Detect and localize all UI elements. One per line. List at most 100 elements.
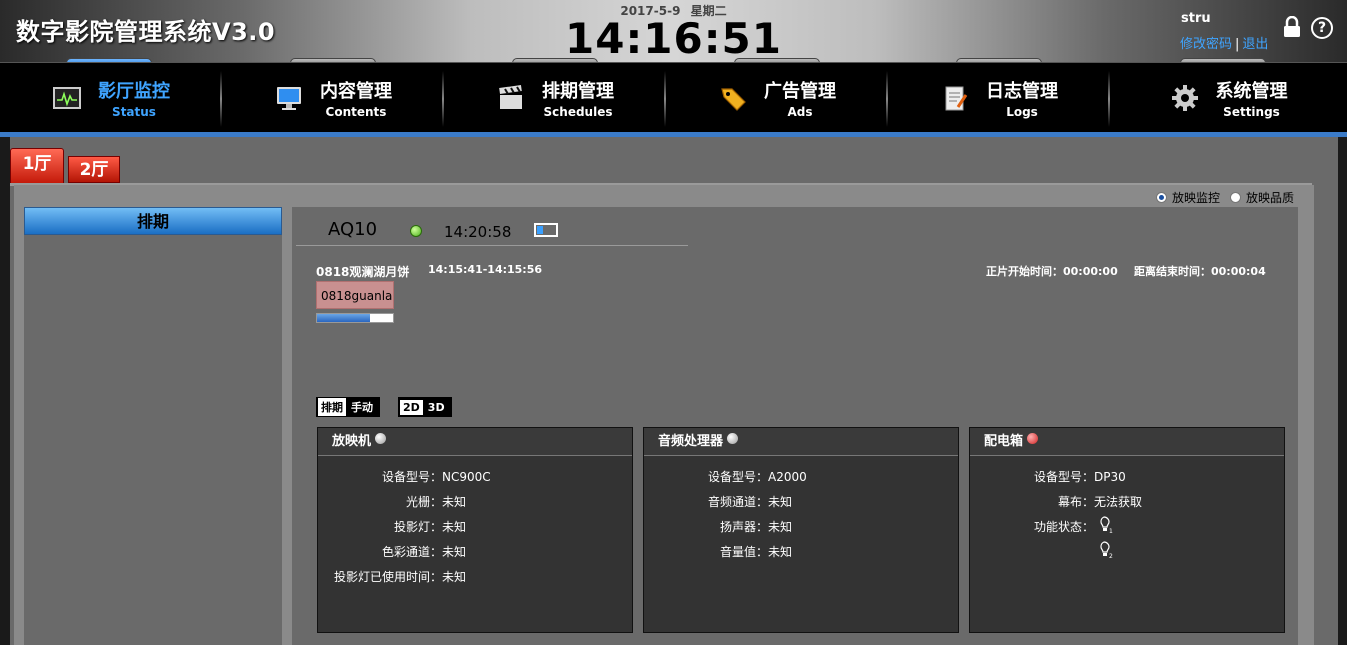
radio-monitor-label: 放映监控 — [1171, 191, 1220, 205]
user-links: 修改密码 | 退出 — [1180, 33, 1268, 52]
projector-status-icon — [375, 433, 387, 444]
tag-icon — [721, 88, 746, 111]
schedule-panel: 排期 — [24, 207, 282, 645]
content-area: 放映监控 放映品质 排期 AQ10 14:20:58 0818观澜湖月饼 14:… — [14, 185, 1314, 645]
row-value: NC900C — [442, 470, 491, 484]
mode-schedule: 排期 — [318, 398, 346, 416]
nav-item-ads[interactable]: 广告管理 Ads — [666, 69, 888, 127]
nav-label-cn: 日志管理 — [986, 81, 1058, 102]
audio-status-icon — [727, 433, 739, 444]
row-value: 未知 — [768, 545, 793, 559]
nav-item-logs[interactable]: 日志管理 Logs — [888, 69, 1110, 127]
row-label: 设备型号： — [1033, 470, 1094, 484]
bulb-icon-1: 1 — [1100, 516, 1113, 534]
projector-header: 放映机 — [318, 428, 632, 456]
lock-icon[interactable] — [1281, 16, 1303, 38]
projector-panel: 放映机 设备型号：NC900C 光栅：未知 投影灯：未知 色彩通道：未知 投影灯… — [317, 427, 633, 633]
nav-item-settings[interactable]: 系统管理 Settings — [1110, 69, 1347, 127]
main-area: 1厅 2厅 放映监控 放映品质 排期 AQ10 14:20:58 0818观澜湖… — [10, 137, 1338, 645]
audio-header: 音频处理器 — [644, 428, 958, 456]
nav-label-en: Logs — [1006, 105, 1038, 119]
projector-row: 光栅：未知 — [334, 493, 466, 510]
row-value: 无法获取 — [1094, 495, 1143, 509]
bulb-index: 1 — [1109, 528, 1113, 534]
change-password-link[interactable]: 修改密码 — [1180, 37, 1232, 52]
row-label: 色彩通道： — [381, 545, 442, 559]
row-value: 未知 — [442, 495, 467, 509]
tab-hall-2[interactable]: 2厅 — [68, 156, 120, 183]
device-time: 14:20:58 — [444, 223, 512, 241]
schedule-header: 排期 — [24, 207, 282, 235]
power-row: 幕布：无法获取 — [986, 493, 1142, 510]
row-label: 光栅： — [405, 495, 442, 509]
audio-row: 音频通道：未知 — [660, 493, 792, 510]
gear-icon — [1171, 85, 1198, 111]
power-status-icon — [1027, 433, 1039, 444]
logout-link[interactable]: 退出 — [1242, 37, 1268, 52]
app-header: 数字影院管理系统V3.0 2017-5-9 星期二 14:16:51 stru … — [0, 0, 1347, 63]
nav-label-en: Ads — [787, 105, 813, 119]
mode-manual: 手动 — [351, 401, 373, 414]
row-label: 投影灯： — [393, 520, 442, 534]
row-value: 未知 — [442, 570, 467, 584]
show-time-range: 14:15:41-14:15:56 — [428, 263, 543, 276]
projector-row: 投影灯：未知 — [334, 518, 466, 535]
tab-hall-1[interactable]: 1厅 — [10, 148, 64, 184]
nav-label-en: Status — [112, 105, 156, 119]
feature-start-time: 正片开始时间：00:00:00 — [986, 265, 1118, 278]
projector-row: 色彩通道：未知 — [334, 543, 466, 560]
mode-3d: 3D — [427, 400, 445, 414]
row-label: 扬声器： — [719, 520, 768, 534]
nav-label-en: Schedules — [543, 105, 613, 119]
battery-icon — [534, 223, 558, 237]
status-indicator-green — [410, 225, 422, 237]
username: stru — [1181, 11, 1211, 26]
radio-monitor[interactable] — [1155, 192, 1167, 203]
nav-label-cn: 影厅监控 — [98, 81, 170, 102]
nav-label-cn: 排期管理 — [542, 81, 614, 102]
row-value: 未知 — [442, 545, 467, 559]
monitor-panel: AQ10 14:20:58 0818观澜湖月饼 14:15:41-14:15:5… — [292, 207, 1298, 645]
row-label: 功能状态： — [1033, 520, 1094, 534]
row-label: 投影灯已使用时间： — [334, 570, 443, 584]
help-icon[interactable]: ? — [1311, 17, 1333, 39]
bulb-icon-2: 2 — [1100, 541, 1113, 559]
projector-row: 投影灯已使用时间：未知 — [334, 568, 466, 585]
mode-2d: 2D — [400, 399, 423, 415]
computer-icon — [277, 87, 301, 110]
row-label: 设备型号： — [381, 470, 442, 484]
row-value: A2000 — [768, 470, 807, 484]
radio-quality[interactable] — [1229, 192, 1241, 203]
row-label: 设备型号： — [707, 470, 768, 484]
nav-item-contents[interactable]: 内容管理 Contents — [222, 69, 444, 127]
progress-fill — [317, 314, 371, 322]
audio-title: 音频处理器 — [658, 433, 724, 449]
time-to-end: 距离结束时间：00:00:04 — [1134, 265, 1266, 278]
audio-processor-panel: 音频处理器 设备型号：A2000 音频通道：未知 扬声器：未知 音量值：未知 — [643, 427, 959, 633]
main-nav: 影厅监控 Status 内容管理 Contents 排期管理 Schedules 广告… — [0, 62, 1347, 132]
device-name: AQ10 — [328, 219, 378, 240]
row-value: 未知 — [768, 495, 793, 509]
projector-title: 放映机 — [332, 433, 372, 449]
nav-item-schedules[interactable]: 排期管理 Schedules — [444, 69, 666, 127]
nav-label-en: Contents — [325, 105, 387, 119]
nav-item-status[interactable]: 影厅监控 Status — [0, 69, 222, 127]
clapperboard-icon — [499, 84, 522, 109]
nav-label-cn: 广告管理 — [764, 81, 836, 102]
radio-quality-label: 放映品质 — [1245, 191, 1294, 205]
nav-label-cn: 内容管理 — [320, 81, 392, 102]
clock: 14:16:51 — [565, 14, 782, 63]
notepad-icon — [945, 86, 968, 111]
schedule-mode-toggle[interactable]: 排期 手动 — [316, 397, 380, 417]
power-row: 功能状态： — [986, 518, 1094, 535]
row-value: DP30 — [1094, 470, 1126, 484]
audio-row: 扬声器：未知 — [660, 518, 792, 535]
power-box-panel: 配电箱 设备型号：DP30 幕布：无法获取 功能状态： 1 2 — [969, 427, 1285, 633]
show-progress-bar — [316, 313, 394, 323]
show-title: 0818观澜湖月饼 — [316, 265, 410, 279]
projector-row: 设备型号：NC900C — [334, 468, 491, 485]
dimension-toggle[interactable]: 2D 3D — [398, 397, 452, 417]
power-row: 设备型号：DP30 — [986, 468, 1126, 485]
content-chip[interactable]: 0818guanla — [316, 281, 394, 309]
bulb-index: 2 — [1109, 553, 1113, 559]
